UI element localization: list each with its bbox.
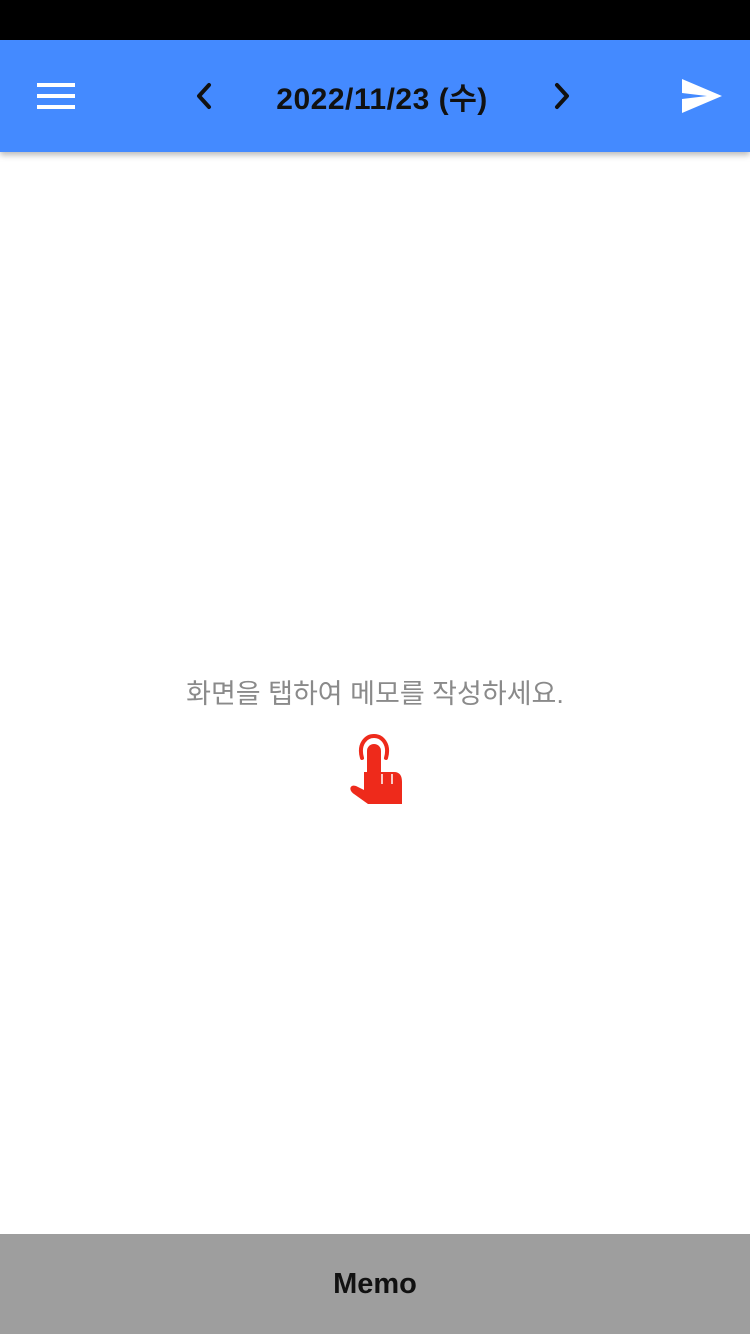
chevron-right-icon (555, 83, 569, 109)
previous-day-button[interactable] (178, 70, 230, 122)
date-title[interactable]: 2022/11/23 (수) (232, 70, 532, 122)
send-button[interactable] (670, 66, 734, 126)
send-icon (682, 79, 722, 113)
memo-canvas[interactable]: 화면을 탭하여 메모를 작성하세요. (0, 152, 750, 1234)
memo-tab-label: Memo (333, 1267, 417, 1300)
tap-hand-icon (344, 733, 406, 808)
chevron-left-icon (197, 83, 211, 109)
memo-tab-button[interactable]: Memo (0, 1234, 750, 1334)
hint-text: 화면을 탭하여 메모를 작성하세요. (186, 679, 564, 709)
app-bar: 2022/11/23 (수) (0, 40, 750, 152)
menu-button[interactable] (22, 62, 90, 130)
menu-icon (37, 83, 75, 109)
status-bar (0, 0, 750, 40)
next-day-button[interactable] (536, 70, 588, 122)
